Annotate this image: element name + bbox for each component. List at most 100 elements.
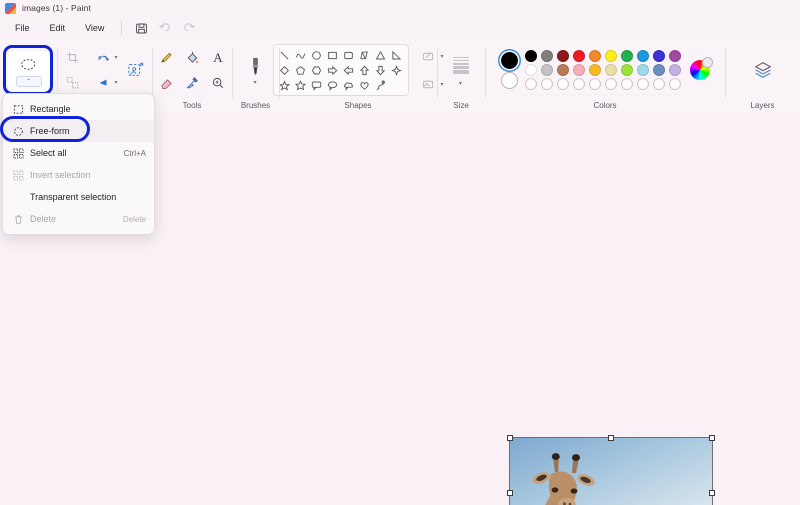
palette-slot-empty[interactable] <box>556 78 569 90</box>
group-tools: A Tools <box>152 40 232 114</box>
shape-right-arrow[interactable] <box>326 63 340 77</box>
shape-hexagon[interactable] <box>310 63 324 77</box>
chevron-down-icon[interactable]: ▾ <box>459 80 462 87</box>
palette-color[interactable] <box>652 64 665 76</box>
pencil-icon[interactable] <box>153 46 179 70</box>
shapes-gallery[interactable] <box>272 44 409 96</box>
palette-color[interactable] <box>620 64 633 76</box>
palette-color[interactable] <box>556 64 569 76</box>
menu-item-label: Free-form <box>30 126 70 136</box>
selection-expand-chevron[interactable]: ⌃ <box>15 76 42 87</box>
menu-item-select-all[interactable]: Select all Ctrl+A <box>3 142 154 164</box>
palette-slot-empty[interactable] <box>588 78 601 90</box>
palette-color[interactable] <box>668 64 681 76</box>
shape-rectangle[interactable] <box>326 48 340 62</box>
resize-handle-top-center[interactable] <box>608 435 614 441</box>
shape-rounded-rectangle[interactable] <box>342 48 356 62</box>
shape-line[interactable] <box>278 48 292 62</box>
resize-handle-top-left[interactable] <box>507 435 513 441</box>
palette-color[interactable] <box>572 64 585 76</box>
shape-cloud-callout[interactable] <box>342 78 356 92</box>
shape-diamond[interactable] <box>278 63 292 77</box>
palette-color[interactable] <box>540 64 553 76</box>
shape-curve[interactable] <box>294 48 308 62</box>
size-icon[interactable] <box>448 54 474 78</box>
palette-color[interactable] <box>572 50 585 62</box>
shape-oval-callout[interactable] <box>326 78 340 92</box>
menu-item-transparent-selection[interactable]: Transparent selection <box>3 186 154 208</box>
shape-rounded-callout[interactable] <box>310 78 324 92</box>
resize-handle-middle-right[interactable] <box>709 489 715 496</box>
menu-view[interactable]: View <box>76 19 113 37</box>
shape-polygon[interactable] <box>358 48 372 62</box>
palette-slot-empty[interactable] <box>524 78 537 90</box>
shape-six-point-star[interactable] <box>294 78 308 92</box>
shape-heart[interactable] <box>358 78 372 92</box>
shape-five-point-star[interactable] <box>278 78 292 92</box>
shape-oval[interactable] <box>310 48 324 62</box>
menu-file[interactable]: File <box>6 19 39 37</box>
rotate-icon[interactable] <box>90 46 116 70</box>
undo-icon[interactable] <box>154 19 176 37</box>
palette-color[interactable] <box>636 50 649 62</box>
palette-slot-empty[interactable] <box>540 78 553 90</box>
chevron-down-icon[interactable]: ▾ <box>115 54 118 61</box>
eraser-icon[interactable] <box>153 71 179 95</box>
palette-color[interactable] <box>540 50 553 62</box>
group-label-layers: Layers <box>750 101 775 110</box>
redo-icon[interactable] <box>178 19 200 37</box>
palette-color[interactable] <box>652 50 665 62</box>
palette-slot-empty[interactable] <box>572 78 585 90</box>
crop-icon[interactable] <box>60 46 86 70</box>
palette-color[interactable] <box>524 50 537 62</box>
fill-icon[interactable] <box>179 46 205 70</box>
resize-skew-icon[interactable] <box>60 71 86 95</box>
palette-color[interactable] <box>556 50 569 62</box>
palette-slot-empty[interactable] <box>620 78 633 90</box>
palette-slot-empty[interactable] <box>652 78 665 90</box>
palette-color[interactable] <box>588 50 601 62</box>
shape-left-arrow[interactable] <box>342 63 356 77</box>
palette-color[interactable] <box>604 64 617 76</box>
secondary-color-swatch[interactable] <box>500 71 518 89</box>
palette-slot-empty[interactable] <box>668 78 681 90</box>
chevron-down-icon[interactable]: ▾ <box>253 79 256 86</box>
shape-four-point-star[interactable] <box>390 63 404 77</box>
shape-down-arrow[interactable] <box>374 63 388 77</box>
layers-icon[interactable] <box>748 55 778 85</box>
palette-slot-empty[interactable] <box>604 78 617 90</box>
menu-item-invert-selection[interactable]: Invert selection <box>3 164 154 186</box>
shape-lightning[interactable] <box>374 78 388 92</box>
group-layers: Layers <box>725 40 800 114</box>
menu-edit[interactable]: Edit <box>41 19 75 37</box>
shape-pentagon[interactable] <box>294 63 308 77</box>
group-size: ▾ Size <box>437 40 485 114</box>
magnifier-icon[interactable] <box>205 71 231 95</box>
palette-color[interactable] <box>636 64 649 76</box>
palette-color[interactable] <box>524 64 537 76</box>
flip-icon[interactable] <box>90 71 116 95</box>
menu-item-delete[interactable]: Delete Delete <box>3 208 154 230</box>
free-form-selection-tool[interactable]: ⌃ <box>7 51 50 93</box>
palette-color[interactable] <box>620 50 633 62</box>
giraffe-photo[interactable] <box>507 435 715 505</box>
palette-color[interactable] <box>604 50 617 62</box>
resize-handle-middle-left[interactable] <box>507 489 513 496</box>
palette-color[interactable] <box>668 50 681 62</box>
palette-color[interactable] <box>588 64 601 76</box>
save-icon[interactable] <box>130 19 152 37</box>
shape-up-arrow[interactable] <box>358 63 372 77</box>
menu-item-shortcut: Ctrl+A <box>123 148 146 158</box>
color-wheel-icon[interactable] <box>689 57 713 80</box>
eyedropper-icon[interactable] <box>179 71 205 95</box>
menu-item-free-form[interactable]: Free-form <box>3 120 154 142</box>
palette-slot-empty[interactable] <box>636 78 649 90</box>
shape-triangle[interactable] <box>374 48 388 62</box>
primary-color-swatch[interactable] <box>500 51 518 69</box>
shape-right-triangle[interactable] <box>390 48 404 62</box>
menu-item-rectangle[interactable]: Rectangle <box>3 98 154 120</box>
trash-icon <box>11 214 26 225</box>
resize-handle-top-right[interactable] <box>709 435 715 441</box>
chevron-down-icon[interactable]: ▾ <box>115 79 118 86</box>
text-icon[interactable]: A <box>205 46 231 70</box>
